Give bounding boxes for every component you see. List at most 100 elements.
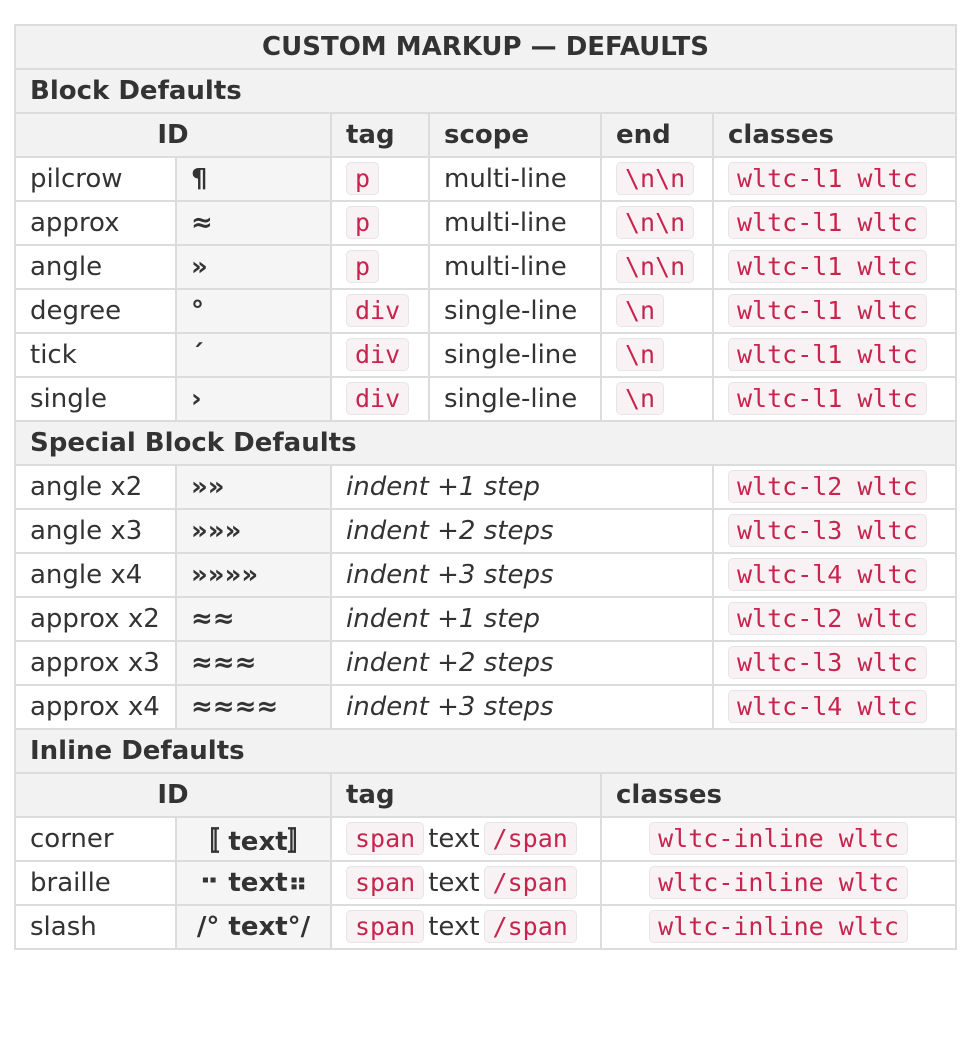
- tag-cell: div: [330, 332, 430, 378]
- markup-name: approx x2: [14, 596, 177, 642]
- classes-cell: wltc-l2 wltc: [711, 596, 958, 642]
- markup-name: braille: [14, 860, 177, 906]
- markup-symbol: ›: [175, 376, 332, 422]
- end-cell: \n\n: [600, 200, 714, 246]
- special-row: angle x4 »»»» indent +3 steps wltc-l4 wl…: [14, 552, 958, 598]
- special-row: angle x3 »»» indent +2 steps wltc-l3 wlt…: [14, 508, 958, 554]
- special-row: approx x4 ≈≈≈≈ indent +3 steps wltc-l4 w…: [14, 684, 958, 730]
- tag-cell: p: [330, 200, 430, 246]
- classes-cell: wltc-l2 wltc: [711, 464, 958, 510]
- tag-cell: span text/span: [330, 904, 602, 950]
- custom-markup-table: CUSTOM MARKUP — DEFAULTS Block Defaults …: [13, 24, 958, 950]
- header-scope: scope: [428, 112, 602, 158]
- markup-name: angle x4: [14, 552, 177, 598]
- markup-symbol: ´: [175, 332, 332, 378]
- tag-code: p: [346, 250, 380, 283]
- markup-symbol: ⠒ text⠶: [175, 860, 332, 906]
- indent-description: indent +1 step: [330, 596, 714, 642]
- classes-cell: wltc-inline wltc: [599, 904, 958, 950]
- classes-cell: wltc-l3 wltc: [711, 508, 958, 554]
- header-id: ID: [14, 772, 332, 818]
- section-heading-block: Block Defaults: [13, 68, 958, 114]
- block-row: tick ´ div single-line \n wltc-l1 wltc: [14, 332, 958, 378]
- section-heading-inline: Inline Defaults: [13, 728, 958, 774]
- markup-symbol: »»: [175, 464, 332, 510]
- classes-cell: wltc-inline wltc: [599, 816, 958, 862]
- tag-code: div: [346, 294, 410, 327]
- markup-name: slash: [14, 904, 177, 950]
- indent-description: indent +2 steps: [330, 640, 714, 686]
- scope: single-line: [428, 288, 602, 334]
- classes-cell: wltc-l1 wltc: [711, 156, 958, 202]
- tag-cell: span text/span: [330, 860, 602, 906]
- header-end: end: [600, 112, 714, 158]
- markup-symbol: 〚 text〛: [175, 816, 332, 862]
- block-row: single › div single-line \n wltc-l1 wltc: [14, 376, 958, 422]
- markup-name: corner: [14, 816, 177, 862]
- section-row-special: Special Block Defaults: [13, 420, 958, 466]
- close-tag-code: /span: [483, 910, 577, 943]
- classes-code: wltc-l2 wltc: [728, 602, 927, 635]
- section-row-inline: Inline Defaults: [13, 728, 958, 774]
- scope: multi-line: [428, 156, 602, 202]
- close-tag-code: /span: [483, 866, 577, 899]
- markup-symbol: »»»: [175, 508, 332, 554]
- tag-cell: div: [330, 376, 430, 422]
- end-code: \n: [616, 338, 665, 371]
- classes-code: wltc-l1 wltc: [728, 162, 927, 195]
- classes-cell: wltc-l1 wltc: [711, 200, 958, 246]
- classes-code: wltc-l1 wltc: [728, 338, 927, 371]
- header-classes: classes: [711, 112, 958, 158]
- tag-code: div: [346, 338, 410, 371]
- markup-name: tick: [14, 332, 177, 378]
- classes-code: wltc-l1 wltc: [728, 250, 927, 283]
- markup-name: approx x4: [14, 684, 177, 730]
- classes-cell: wltc-l1 wltc: [711, 332, 958, 378]
- classes-code: wltc-l4 wltc: [728, 690, 927, 723]
- markup-symbol: ≈≈≈: [175, 640, 332, 686]
- end-cell: \n\n: [600, 156, 714, 202]
- end-code: \n\n: [616, 162, 695, 195]
- scope: single-line: [428, 332, 602, 378]
- classes-cell: wltc-l4 wltc: [711, 552, 958, 598]
- end-code: \n\n: [616, 250, 695, 283]
- tag-cell: div: [330, 288, 430, 334]
- indent-description: indent +3 steps: [330, 684, 714, 730]
- markup-name: single: [14, 376, 177, 422]
- tag-cell: p: [330, 244, 430, 290]
- close-tag-code: /span: [483, 822, 577, 855]
- classes-cell: wltc-l4 wltc: [711, 684, 958, 730]
- scope: multi-line: [428, 200, 602, 246]
- markup-symbol: °: [175, 288, 332, 334]
- end-code: \n: [616, 294, 665, 327]
- classes-cell: wltc-l3 wltc: [711, 640, 958, 686]
- classes-code: wltc-l2 wltc: [728, 470, 927, 503]
- markup-name: approx x3: [14, 640, 177, 686]
- special-row: approx x2 ≈≈ indent +1 step wltc-l2 wltc: [14, 596, 958, 642]
- markup-symbol: /° text°/: [175, 904, 332, 950]
- section-heading-special: Special Block Defaults: [13, 420, 958, 466]
- special-row: angle x2 »» indent +1 step wltc-l2 wltc: [14, 464, 958, 510]
- section-row-block: Block Defaults: [13, 68, 958, 114]
- indent-description: indent +1 step: [330, 464, 714, 510]
- tag-code: div: [346, 382, 410, 415]
- inner-text: text: [428, 824, 480, 854]
- markup-symbol: ¶: [175, 156, 332, 202]
- tag-code: p: [346, 206, 380, 239]
- scope: multi-line: [428, 244, 602, 290]
- markup-name: degree: [14, 288, 177, 334]
- tag-code: p: [346, 162, 380, 195]
- markup-name: angle x3: [14, 508, 177, 554]
- open-tag-code: span: [346, 822, 425, 855]
- classes-code: wltc-inline wltc: [649, 866, 908, 899]
- classes-code: wltc-l1 wltc: [728, 382, 927, 415]
- markup-name: angle: [14, 244, 177, 290]
- header-classes: classes: [599, 772, 958, 818]
- tag-cell: p: [330, 156, 430, 202]
- classes-code: wltc-inline wltc: [649, 822, 908, 855]
- classes-cell: wltc-l1 wltc: [711, 376, 958, 422]
- block-row: angle » p multi-line \n\n wltc-l1 wltc: [14, 244, 958, 290]
- classes-code: wltc-l1 wltc: [728, 294, 927, 327]
- indent-description: indent +2 steps: [330, 508, 714, 554]
- classes-code: wltc-inline wltc: [649, 910, 908, 943]
